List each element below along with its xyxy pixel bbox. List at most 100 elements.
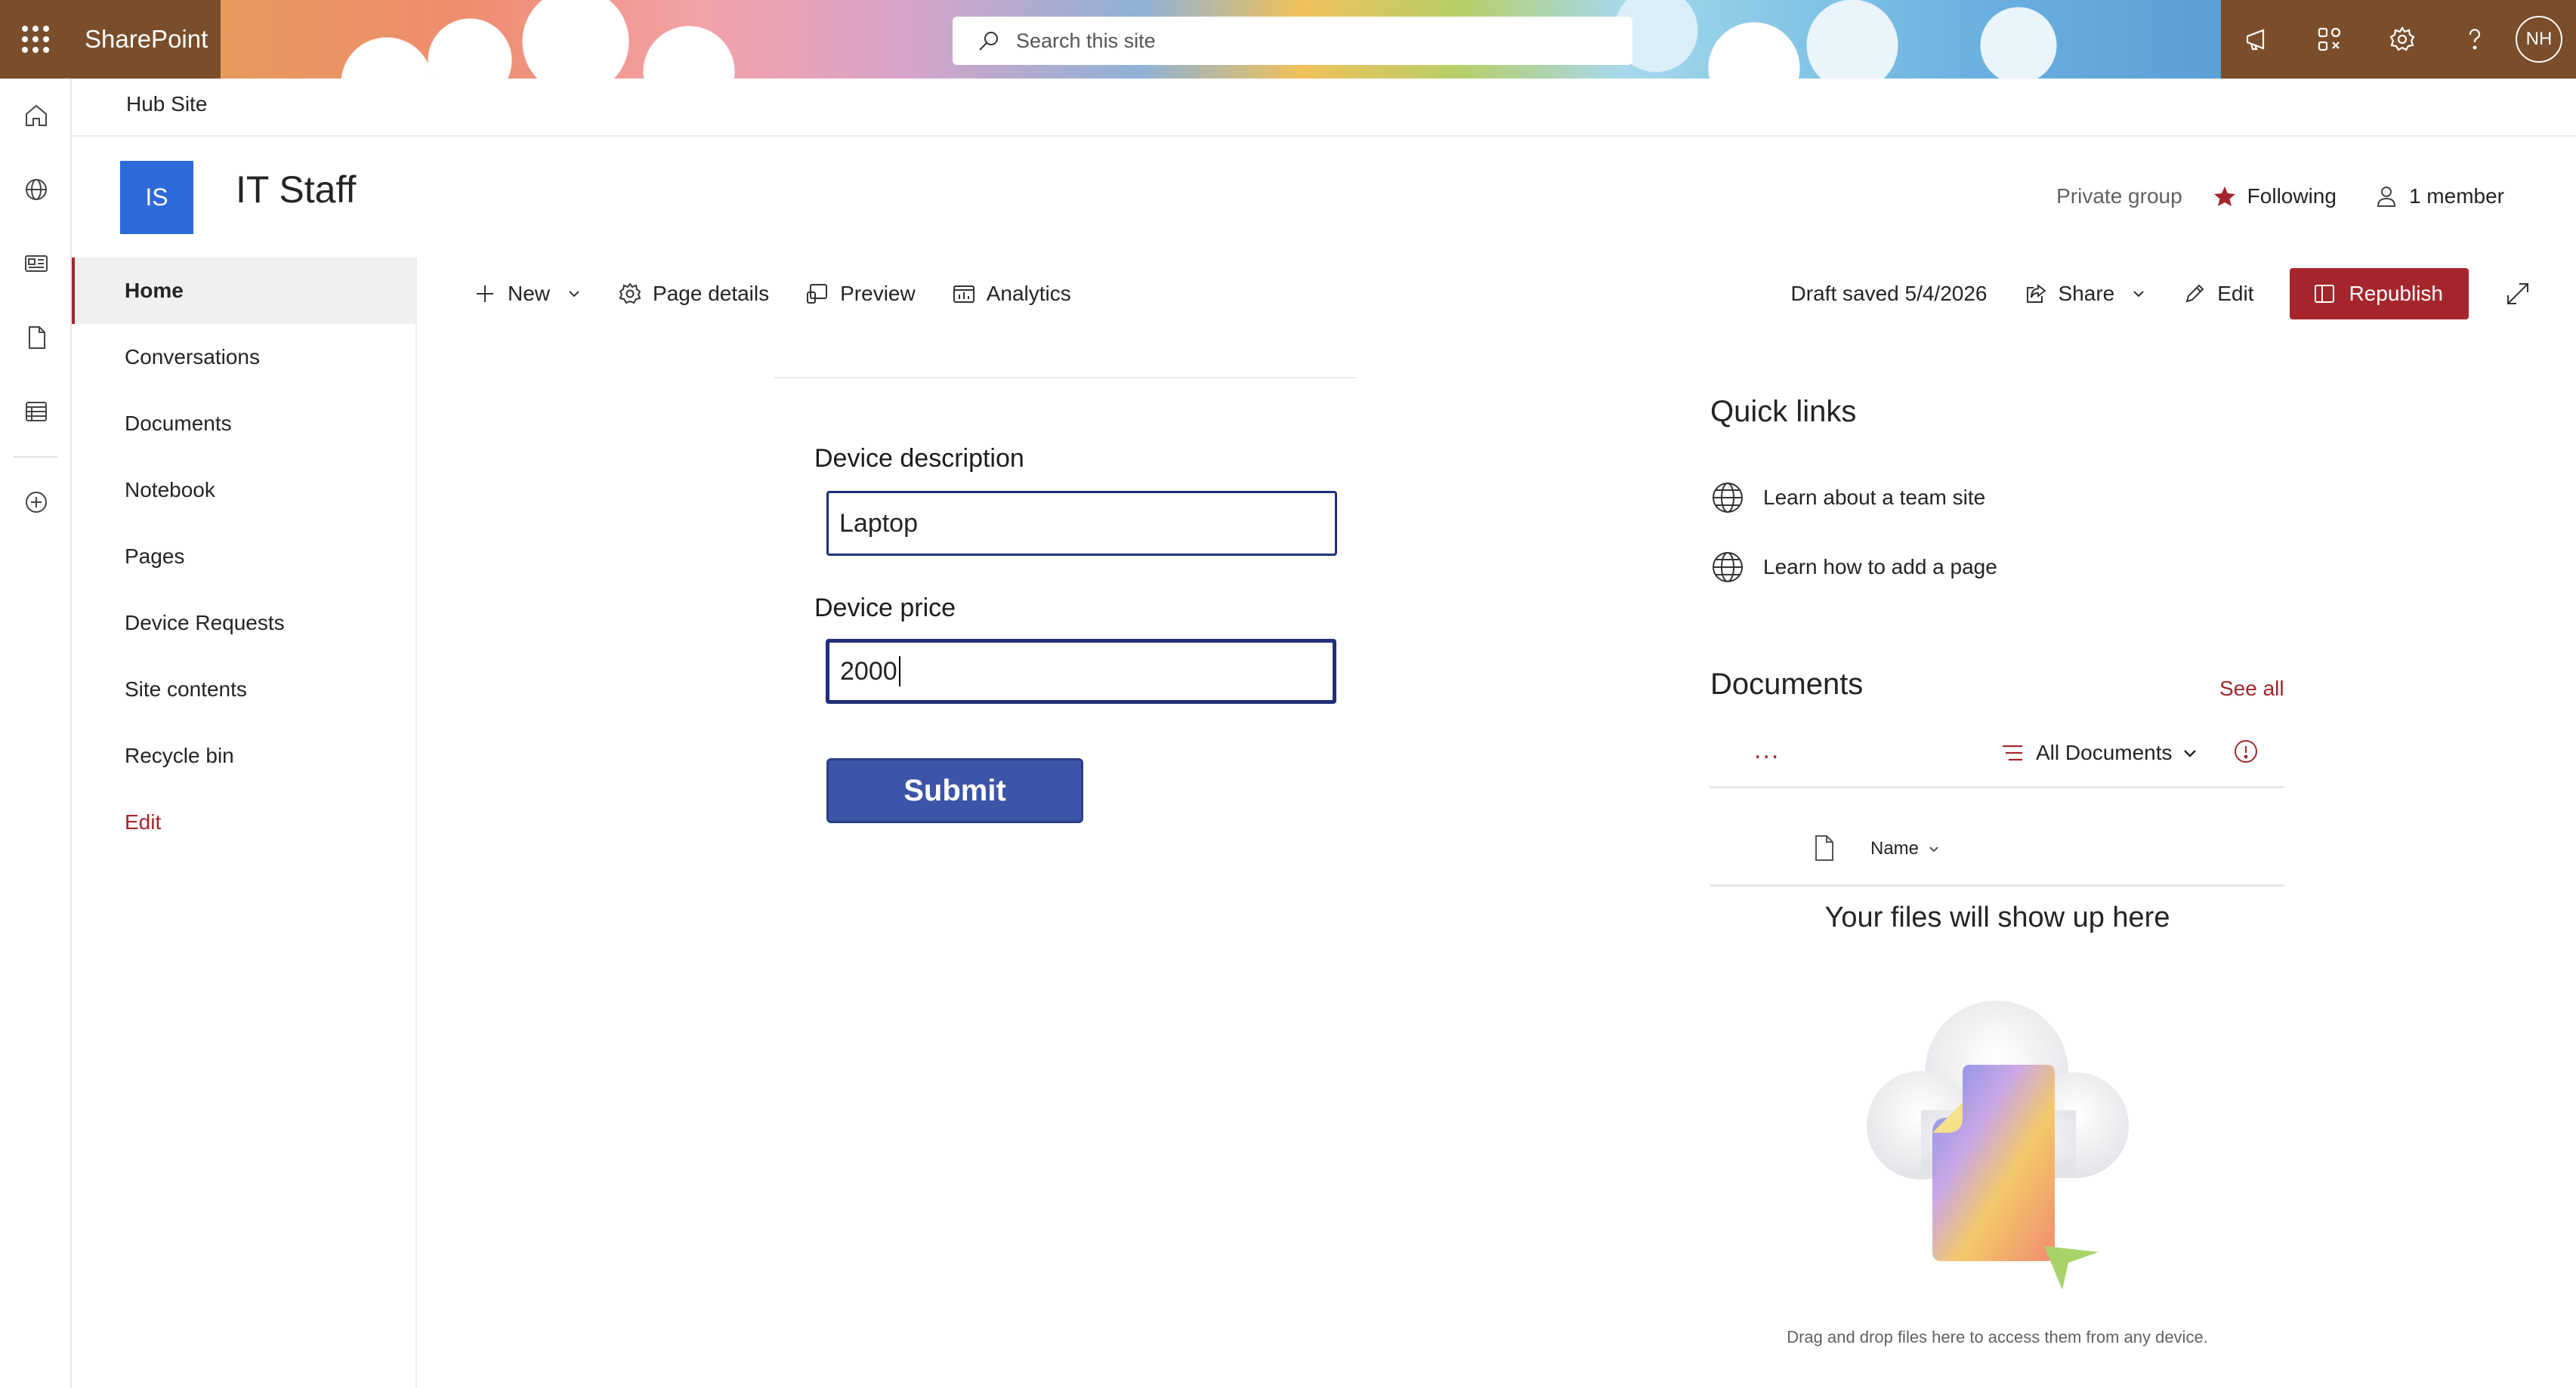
view-list-icon bbox=[2003, 745, 2022, 761]
section-divider bbox=[774, 377, 1355, 378]
quick-link-item[interactable]: Learn about a team site bbox=[1710, 480, 1985, 515]
text-caret bbox=[898, 656, 900, 686]
view-label: All Documents bbox=[2036, 741, 2173, 764]
device-description-input[interactable]: Laptop bbox=[826, 491, 1337, 556]
nav-item-conversations[interactable]: Conversations bbox=[72, 324, 415, 390]
gear-icon bbox=[619, 282, 641, 304]
nav-item-pages[interactable]: Pages bbox=[72, 523, 415, 590]
share-icon bbox=[2026, 283, 2046, 303]
globe-icon bbox=[1713, 552, 1743, 582]
see-all-link[interactable]: See all bbox=[2219, 677, 2284, 701]
follow-button[interactable]: Following bbox=[2213, 184, 2337, 208]
share-button[interactable]: Share bbox=[2024, 282, 2147, 306]
name-column-header[interactable]: Name bbox=[1870, 838, 1940, 859]
submit-button[interactable]: Submit bbox=[826, 758, 1083, 823]
app-switch-icon bbox=[2318, 27, 2341, 51]
privacy-label: Private group bbox=[2056, 184, 2182, 208]
share-hub-button[interactable] bbox=[2293, 0, 2366, 79]
left-navigation: Home Conversations Documents Notebook Pa… bbox=[72, 258, 417, 1388]
new-label: New bbox=[508, 282, 551, 305]
hub-site-link[interactable]: Hub Site bbox=[126, 92, 207, 116]
search-box[interactable] bbox=[953, 17, 1632, 65]
empty-state-title: Your files will show up here bbox=[1824, 902, 2170, 933]
command-bar-right: Draft saved 5/4/2026 Share Edit Republis… bbox=[1791, 258, 2576, 330]
suite-bar: SharePoint NH bbox=[0, 0, 2576, 79]
star-icon bbox=[2213, 187, 2235, 206]
nav-item-device-requests[interactable]: Device Requests bbox=[72, 590, 415, 656]
announcement-button[interactable] bbox=[2221, 0, 2293, 79]
news-icon bbox=[24, 255, 48, 272]
app-launcher-button[interactable] bbox=[0, 0, 71, 79]
documents-column-header: Name bbox=[1710, 788, 2284, 887]
nav-edit-link[interactable]: Edit bbox=[72, 789, 415, 856]
documents-title: Documents bbox=[1710, 668, 1864, 701]
waffle-icon bbox=[22, 26, 49, 53]
members-button[interactable]: 1 member bbox=[2374, 184, 2504, 208]
rail-divider bbox=[13, 456, 57, 458]
chevron-down-icon bbox=[2133, 291, 2144, 298]
preview-icon bbox=[807, 284, 828, 304]
app-name[interactable]: SharePoint bbox=[85, 0, 208, 79]
nav-item-recycle-bin[interactable]: Recycle bin bbox=[72, 723, 415, 789]
empty-state-subtitle: Drag and drop files here to access them … bbox=[1787, 1328, 2208, 1346]
members-label: 1 member bbox=[2408, 184, 2504, 208]
analytics-button[interactable]: Analytics bbox=[952, 282, 1071, 306]
account-avatar[interactable]: NH bbox=[2516, 16, 2562, 63]
rail-files-button[interactable] bbox=[0, 301, 72, 375]
preview-label: Preview bbox=[840, 282, 916, 305]
device-price-value: 2000 bbox=[840, 656, 897, 686]
rail-create-button[interactable] bbox=[0, 465, 72, 539]
new-button[interactable]: New bbox=[473, 282, 582, 306]
page-details-button[interactable]: Page details bbox=[618, 282, 769, 306]
nav-item-documents[interactable]: Documents bbox=[72, 390, 415, 457]
documents-toolbar: ... All Documents bbox=[1710, 725, 2284, 788]
globe-icon bbox=[1713, 483, 1743, 513]
chevron-down-icon bbox=[569, 291, 579, 298]
expand-button[interactable] bbox=[2499, 275, 2537, 313]
rail-news-button[interactable] bbox=[0, 227, 72, 301]
rail-lists-button[interactable] bbox=[0, 375, 72, 449]
view-selector[interactable]: All Documents bbox=[2000, 740, 2198, 766]
app-rail bbox=[0, 79, 72, 1388]
plus-icon bbox=[477, 285, 493, 302]
share-label: Share bbox=[2058, 282, 2115, 305]
analytics-label: Analytics bbox=[986, 282, 1071, 305]
republish-button[interactable]: Republish bbox=[2290, 268, 2469, 319]
info-icon[interactable] bbox=[2233, 739, 2259, 764]
help-button[interactable] bbox=[2439, 0, 2511, 79]
quick-link-item[interactable]: Learn how to add a page bbox=[1710, 550, 1997, 585]
device-description-label: Device description bbox=[814, 444, 1024, 473]
list-icon bbox=[25, 402, 47, 421]
rail-sites-button[interactable] bbox=[0, 153, 72, 227]
device-price-input[interactable]: 2000 bbox=[826, 639, 1336, 704]
site-logo[interactable]: IS bbox=[120, 161, 193, 234]
draft-status: Draft saved 5/4/2026 bbox=[1790, 282, 1988, 305]
rail-home-button[interactable] bbox=[0, 79, 72, 153]
preview-button[interactable]: Preview bbox=[805, 282, 916, 306]
nav-item-home[interactable]: Home bbox=[72, 258, 415, 324]
more-actions-button[interactable]: ... bbox=[1754, 736, 1780, 765]
follow-label: Following bbox=[2247, 184, 2337, 208]
suite-bar-actions: NH bbox=[2221, 0, 2576, 79]
quick-link-label: Learn about a team site bbox=[1763, 486, 1986, 509]
nav-item-site-contents[interactable]: Site contents bbox=[72, 656, 415, 723]
file-type-icon bbox=[1815, 835, 1833, 861]
search-icon bbox=[979, 32, 998, 51]
site-title[interactable]: IT Staff bbox=[236, 168, 356, 211]
search-input[interactable] bbox=[1016, 29, 1590, 53]
republish-label: Republish bbox=[2349, 282, 2443, 305]
quick-links-title: Quick links bbox=[1710, 395, 1857, 428]
name-column-label: Name bbox=[1870, 838, 1920, 859]
edit-button[interactable]: Edit bbox=[2182, 282, 2253, 306]
page-command-bar: New Page details Preview Analytics Draft… bbox=[417, 258, 2576, 330]
nav-item-notebook[interactable]: Notebook bbox=[72, 457, 415, 523]
book-icon bbox=[2315, 285, 2335, 303]
chevron-down-icon bbox=[2183, 750, 2196, 757]
site-header-meta: Private group Following 1 member bbox=[2056, 184, 2504, 208]
settings-button[interactable] bbox=[2366, 0, 2439, 79]
device-description-value: Laptop bbox=[839, 508, 918, 538]
megaphone-icon bbox=[2246, 29, 2265, 51]
globe-icon bbox=[25, 179, 47, 200]
add-circle-icon bbox=[25, 492, 47, 513]
analytics-icon bbox=[953, 285, 974, 303]
